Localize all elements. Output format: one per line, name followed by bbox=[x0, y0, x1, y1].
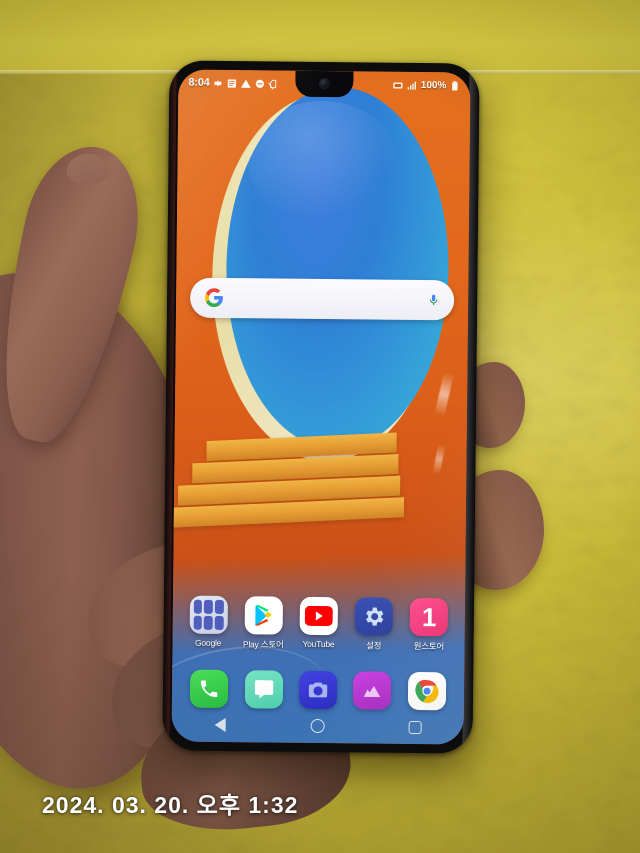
recents-button[interactable] bbox=[407, 719, 423, 735]
recents-square-icon bbox=[408, 720, 422, 734]
folder-mini-icon bbox=[193, 599, 203, 614]
back-triangle-icon bbox=[214, 717, 226, 733]
gear-icon bbox=[366, 607, 384, 626]
dock-camera-icon[interactable] bbox=[298, 670, 338, 710]
app-google-folder[interactable]: Google bbox=[184, 595, 233, 648]
home-circle-icon bbox=[310, 718, 325, 734]
app-one-store[interactable]: 1 원스토어 bbox=[405, 597, 454, 652]
folder-mini-icon bbox=[214, 615, 224, 630]
list-icon bbox=[227, 78, 237, 88]
home-button[interactable] bbox=[310, 718, 326, 734]
folder-mini-grid bbox=[189, 596, 227, 634]
chrome-icon bbox=[415, 679, 439, 703]
camera-icon bbox=[308, 682, 328, 698]
dock bbox=[172, 669, 464, 711]
signal-icon bbox=[408, 81, 417, 90]
app-youtube[interactable]: YouTube bbox=[294, 596, 343, 650]
smartphone: 8:04 100% Google Play 스토어 YouTube 설정 1 원… bbox=[162, 60, 480, 754]
youtube-play-icon bbox=[304, 605, 333, 627]
status-bar-left: 8:04 bbox=[188, 77, 279, 90]
google-search-widget[interactable] bbox=[189, 277, 455, 321]
app-label: Google bbox=[194, 637, 222, 648]
back-button[interactable] bbox=[212, 717, 228, 733]
navigation-bar bbox=[171, 707, 463, 744]
front-camera-icon bbox=[318, 77, 330, 90]
app-label: 설정 bbox=[365, 640, 382, 651]
google-folder-icon[interactable] bbox=[189, 595, 228, 635]
google-g-logo-icon bbox=[205, 288, 223, 308]
sd-card-icon bbox=[393, 82, 403, 89]
one-store-icon[interactable]: 1 bbox=[409, 597, 449, 637]
settings-icon bbox=[213, 80, 223, 86]
status-time: 8:04 bbox=[188, 76, 210, 89]
one-store-digit: 1 bbox=[421, 602, 437, 633]
no-sim-icon bbox=[268, 79, 277, 90]
settings-gear-icon[interactable] bbox=[354, 597, 394, 636]
dnd-icon bbox=[255, 79, 265, 88]
app-settings[interactable]: 설정 bbox=[350, 597, 399, 651]
thumb-nail bbox=[66, 153, 110, 185]
app-play-store[interactable]: Play 스토어 bbox=[239, 596, 288, 650]
gallery-icon bbox=[364, 685, 381, 698]
status-bar-right: 100% bbox=[393, 79, 461, 91]
app-grid: Google Play 스토어 YouTube 설정 1 원스토어 bbox=[172, 595, 465, 652]
photo-timestamp: 2024. 03. 20. 오후 1:32 bbox=[42, 792, 299, 818]
battery-percent: 100% bbox=[420, 79, 447, 91]
phone-handset-icon bbox=[201, 680, 218, 698]
dock-gallery-icon[interactable] bbox=[353, 671, 392, 710]
dock-messages-icon[interactable] bbox=[244, 670, 283, 709]
battery-icon bbox=[452, 80, 458, 90]
message-bubble-icon bbox=[254, 680, 273, 699]
app-label: YouTube bbox=[302, 638, 335, 650]
play-triangle-icon bbox=[255, 604, 272, 626]
folder-mini-icon bbox=[204, 599, 213, 614]
wallpaper-ellipse-gloss bbox=[246, 100, 399, 222]
dock-phone-icon[interactable] bbox=[190, 669, 229, 709]
youtube-icon[interactable] bbox=[299, 596, 338, 636]
folder-mini-icon bbox=[203, 615, 213, 630]
folder-mini-icon bbox=[214, 599, 224, 614]
play-store-icon[interactable] bbox=[244, 596, 283, 635]
photo-scene: 8:04 100% Google Play 스토어 YouTube 설정 1 원… bbox=[0, 0, 640, 853]
warning-icon bbox=[241, 79, 251, 88]
phone-screen[interactable]: 8:04 100% Google Play 스토어 YouTube 설정 1 원… bbox=[171, 69, 471, 745]
app-label: 원스토어 bbox=[413, 640, 445, 652]
microphone-icon[interactable] bbox=[427, 291, 440, 309]
app-label: Play 스토어 bbox=[242, 639, 284, 650]
notch bbox=[295, 70, 354, 98]
folder-mini-icon bbox=[193, 615, 203, 630]
dock-chrome-icon[interactable] bbox=[407, 671, 446, 711]
